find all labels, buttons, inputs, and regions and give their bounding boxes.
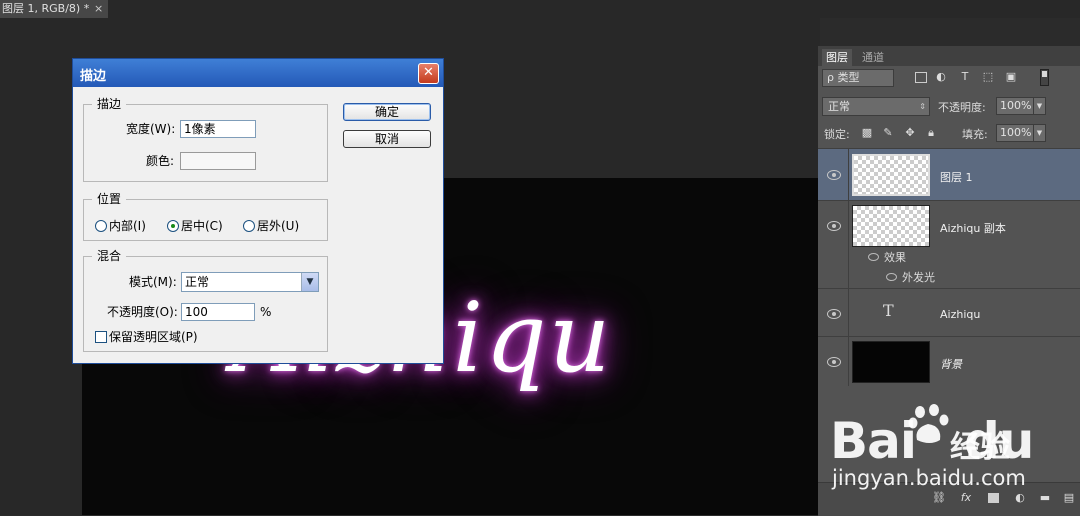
preserve-transparency-label[interactable]: 保留透明区域(P) [109,329,198,345]
lock-label: 锁定: [824,128,850,141]
adjustment-filter-icon[interactable]: ◐ [934,70,948,84]
layer-row-layer1[interactable]: 图层 1 [818,148,1080,200]
lock-image-pixels-icon[interactable]: ✎ [882,127,894,139]
stroke-dialog: 描边 ✕ 描边 宽度(W): 1像素 颜色: 位置 内部(I) 居中(C) 居外… [72,58,444,364]
layer-thumbnail[interactable] [852,341,930,383]
watermark-product: 经验 [950,430,1010,465]
opacity-field[interactable]: 100 [181,303,255,321]
document-tab-close-icon[interactable]: × [94,0,103,18]
document-tab[interactable]: 图层 1, RGB/8) * × [0,0,108,18]
shape-filter-icon[interactable]: ⬚ [981,70,995,84]
lock-all-icon[interactable]: 🔒︎ [925,127,937,139]
stroke-group-legend: 描边 [92,97,127,111]
mode-select[interactable]: 正常 ▼ [181,272,319,292]
blend-mode-dropdown[interactable]: 正常 ⇕ [822,97,930,116]
layer-name[interactable]: 背景 [940,356,962,372]
position-group-legend: 位置 [92,192,127,206]
blend-group: 混合 模式(M): 正常 ▼ 不透明度(O): 100 % 保留透明区域(P) [83,249,328,352]
layer-thumbnail[interactable] [852,154,930,196]
lock-fill-row: 锁定: ▩ ✎ ✥ 🔒︎ 填充: 100% ▼ [818,121,1080,147]
document-tab-title: 图层 1, RGB/8) * [2,2,90,15]
opacity-unit: % [260,305,272,319]
mode-label: 模式(M): [129,275,177,289]
layer-row-aizhiqu-text[interactable]: T Aizhiqu [818,288,1080,336]
chevron-down-icon[interactable]: ▼ [301,273,318,291]
layer-name[interactable]: Aizhiqu [940,308,980,321]
radio-inside-label[interactable]: 内部(I) [109,218,146,234]
watermark-url: jingyan.baidu.com [832,466,1026,490]
radio-outside[interactable] [243,220,255,232]
effects-label[interactable]: 效果 [884,249,906,265]
preserve-transparency-checkbox[interactable] [95,331,107,343]
type-filter-icon[interactable]: T [958,70,972,84]
layer-opacity-label: 不透明度: [938,101,986,114]
visibility-eye-icon[interactable] [827,357,841,367]
layer-name[interactable]: Aizhiqu 副本 [940,220,1006,236]
dialog-titlebar[interactable]: 描边 ✕ [73,59,443,87]
blend-opacity-row: 正常 ⇕ 不透明度: 100% ▼ [818,94,1080,120]
opacity-label: 不透明度(O): [107,305,178,319]
lock-position-icon[interactable]: ✥ [904,127,916,139]
smart-object-filter-icon[interactable]: ▣ [1004,70,1018,84]
updown-arrow-icon: ⇕ [919,102,926,111]
filter-toggle-switch[interactable] [1040,69,1049,86]
stroke-color-swatch[interactable] [180,152,256,170]
divider [848,289,849,336]
tab-channels[interactable]: 通道 [858,49,888,66]
divider [848,149,849,200]
dialog-close-button[interactable]: ✕ [418,63,439,84]
visibility-eye-icon[interactable] [827,221,841,231]
image-filter-icon[interactable] [915,72,927,83]
ok-button[interactable]: 确定 [343,103,431,121]
visibility-eye-icon[interactable] [827,309,841,319]
dialog-title: 描边 [80,69,107,84]
text-layer-icon: T [883,301,894,320]
lock-transparent-pixels-icon[interactable]: ▩ [861,127,873,139]
close-icon: ✕ [423,65,434,80]
visibility-eye-icon[interactable] [827,170,841,180]
layer-row-aizhiqu-copy[interactable]: Aizhiqu 副本 效果 外发光 [818,200,1080,288]
outer-glow-eye-icon[interactable] [886,273,897,281]
position-group: 位置 内部(I) 居中(C) 居外(U) [83,192,328,241]
layer-thumbnail[interactable] [852,205,930,247]
fill-chevron-icon[interactable]: ▼ [1033,124,1046,142]
watermark-brand-left: Bai [830,412,917,470]
width-field[interactable]: 1像素 [180,120,256,138]
blend-mode-value: 正常 [828,100,850,113]
baidu-jingyan-watermark: Bai du 经验 jingyan.baidu.com [824,398,1080,498]
document-tab-strip: 图层 1, RGB/8) * × [0,0,1080,18]
panel-tab-bar: 图层 通道 [818,46,1080,66]
effects-eye-icon[interactable] [868,253,879,261]
radio-inside[interactable] [95,220,107,232]
layer-opacity-chevron-icon[interactable]: ▼ [1033,97,1046,115]
radio-outside-label[interactable]: 居外(U) [257,218,299,234]
divider [848,201,849,288]
stroke-group: 描边 宽度(W): 1像素 颜色: [83,97,328,182]
layer-name[interactable]: 图层 1 [940,169,973,185]
tab-layers[interactable]: 图层 [822,49,852,66]
divider [848,337,849,386]
layer-row-background[interactable]: 背景 [818,336,1080,386]
filter-kind-dropdown[interactable]: ρ 类型 [822,69,894,87]
blend-group-legend: 混合 [92,249,127,263]
width-label: 宽度(W): [126,122,176,136]
outer-glow-effect-label[interactable]: 外发光 [902,269,935,285]
radio-center-label[interactable]: 居中(C) [181,218,223,234]
fill-label: 填充: [962,128,988,141]
radio-center[interactable] [167,220,179,232]
color-label: 颜色: [146,154,175,168]
cancel-button[interactable]: 取消 [343,130,431,148]
layer-filter-row: ρ 类型 ◐ T ⬚ ▣ [818,66,1080,92]
mode-select-value: 正常 [185,275,210,289]
